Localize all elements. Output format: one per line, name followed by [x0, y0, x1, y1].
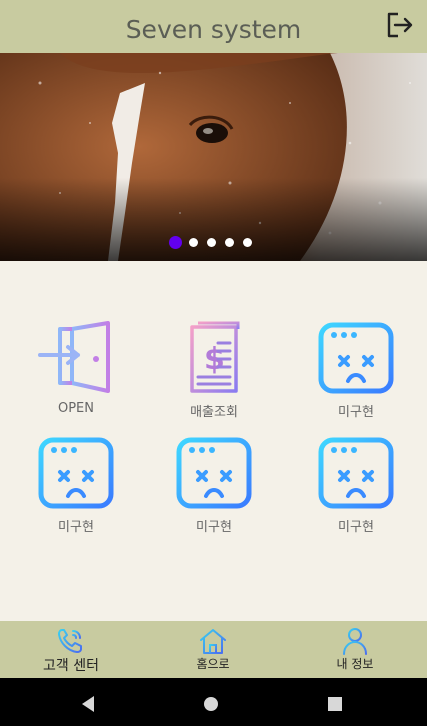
menu-item-open[interactable]: OPEN: [5, 321, 147, 431]
menu-item-unimplemented[interactable]: 미구현: [143, 436, 285, 546]
carousel-dot[interactable]: [189, 238, 198, 247]
nav-label: 홈으로: [196, 657, 230, 671]
menu-label: OPEN: [57, 401, 94, 416]
not-implemented-icon: [318, 437, 394, 509]
menu-label: 미구현: [338, 520, 374, 535]
bottom-nav: 고객 센터 홈으로 내 정보: [0, 621, 427, 678]
system-nav-bar: [0, 678, 427, 726]
menu-item-unimplemented[interactable]: 미구현: [285, 436, 427, 546]
nav-item-customer-center[interactable]: 고객 센터: [0, 621, 142, 678]
nav-item-home[interactable]: 홈으로: [142, 621, 284, 678]
menu-item-sales[interactable]: $ 매출조회: [143, 321, 285, 431]
home-icon: [200, 629, 226, 654]
menu-label: 미구현: [338, 405, 374, 420]
recents-icon[interactable]: [325, 694, 345, 714]
app-title: Seven system: [125, 15, 302, 44]
back-icon[interactable]: [78, 694, 98, 714]
logout-icon[interactable]: [384, 10, 414, 40]
carousel-dot[interactable]: [243, 238, 252, 247]
menu-item-unimplemented[interactable]: 미구현: [5, 436, 147, 546]
horse-photo: [0, 53, 427, 261]
menu-label: 미구현: [58, 520, 94, 535]
carousel-dot[interactable]: [207, 238, 216, 247]
carousel-dot[interactable]: [169, 236, 182, 249]
banner-carousel[interactable]: [0, 53, 427, 261]
carousel-indicator: [0, 236, 427, 250]
receipt-icon: $: [190, 321, 240, 393]
nav-label: 고객 센터: [43, 658, 99, 674]
nav-label: 내 정보: [336, 657, 374, 671]
door-open-icon: [38, 321, 110, 393]
not-implemented-icon: [38, 437, 114, 509]
menu-label: 미구현: [196, 520, 232, 535]
menu-item-unimplemented[interactable]: 미구현: [285, 321, 427, 431]
person-icon: [343, 628, 367, 655]
not-implemented-icon: [318, 322, 394, 394]
app-bar: Seven system: [0, 0, 427, 53]
nav-item-my-info[interactable]: 내 정보: [284, 621, 426, 678]
phone-icon: [58, 629, 82, 653]
home-circle-icon[interactable]: [201, 694, 221, 714]
carousel-dot[interactable]: [225, 238, 234, 247]
menu-label: 매출조회: [190, 405, 238, 420]
not-implemented-icon: [176, 437, 252, 509]
